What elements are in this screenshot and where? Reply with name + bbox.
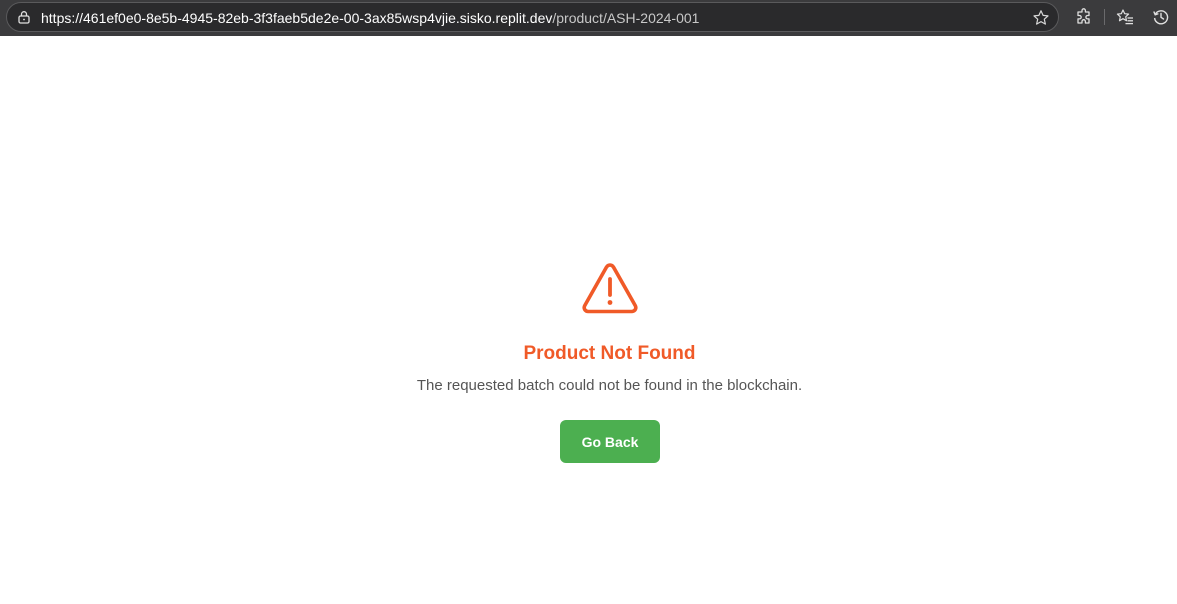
error-title: Product Not Found [523, 343, 696, 364]
lock-icon[interactable] [17, 10, 31, 24]
url-path: /product/ASH-2024-001 [552, 10, 700, 26]
page-content: Product Not Found The requested batch co… [0, 36, 1177, 604]
favorites-icon[interactable] [1116, 8, 1134, 26]
address-bar[interactable]: https://461ef0e0-8e5b-4945-82eb-3f3faeb5… [6, 2, 1059, 32]
history-icon[interactable] [1152, 8, 1170, 26]
url-host: https://461ef0e0-8e5b-4945-82eb-3f3faeb5… [41, 10, 553, 26]
toolbar-separator [1104, 9, 1105, 25]
warning-triangle-icon [582, 263, 638, 314]
extensions-icon[interactable] [1075, 8, 1093, 26]
browser-toolbar: https://461ef0e0-8e5b-4945-82eb-3f3faeb5… [0, 0, 1177, 36]
go-back-button[interactable]: Go Back [560, 420, 660, 463]
star-icon[interactable] [1032, 9, 1050, 27]
url-text[interactable]: https://461ef0e0-8e5b-4945-82eb-3f3faeb5… [41, 10, 699, 26]
error-message: The requested batch could not be found i… [416, 377, 803, 394]
